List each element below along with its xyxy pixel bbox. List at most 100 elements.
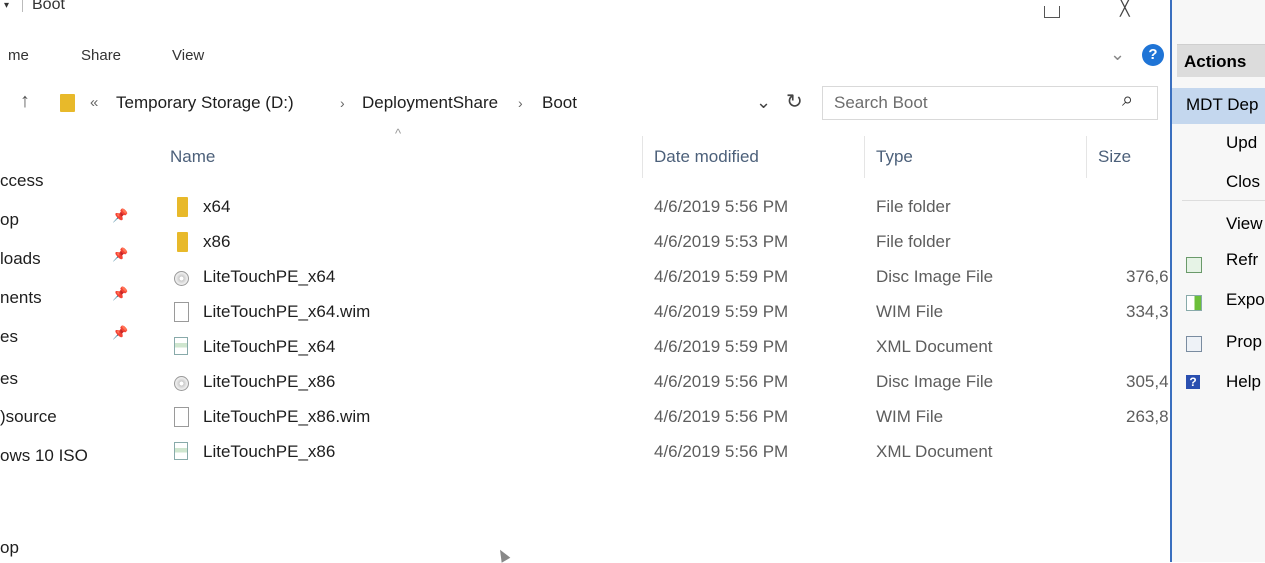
file-row[interactable]: x86 4/6/2019 5:53 PM File folder: [160, 224, 1150, 259]
title-separator: [22, 0, 23, 12]
actions-header: Actions: [1177, 44, 1265, 77]
column-header-type[interactable]: Type: [876, 147, 913, 167]
file-type: File folder: [876, 232, 951, 251]
file-name: LiteTouchPE_x86: [203, 372, 336, 391]
file-date: 4/6/2019 5:56 PM: [654, 372, 789, 391]
folder-icon: [177, 197, 188, 217]
file-date: 4/6/2019 5:59 PM: [654, 302, 789, 321]
close-button[interactable]: ╳: [1120, 0, 1130, 18]
properties-icon: [1186, 336, 1202, 352]
file-date: 4/6/2019 5:59 PM: [654, 267, 789, 286]
file-row[interactable]: LiteTouchPE_x86.wim 4/6/2019 5:56 PM WIM…: [160, 399, 1169, 434]
breadcrumb-deploymentshare[interactable]: DeploymentShare: [362, 93, 498, 113]
nav-item[interactable]: ows 10 ISO: [0, 446, 88, 466]
quick-access-chevron-icon[interactable]: ▾: [4, 0, 9, 11]
file-name: x64: [203, 197, 231, 216]
file-name: LiteTouchPE_x64.wim: [203, 302, 371, 321]
file-date: 4/6/2019 5:56 PM: [654, 407, 789, 426]
column-divider[interactable]: [1086, 136, 1087, 178]
breadcrumb-separator-icon[interactable]: ›: [340, 95, 345, 111]
file-row[interactable]: LiteTouchPE_x64 4/6/2019 5:59 PM XML Doc…: [160, 329, 1150, 364]
mouse-cursor-icon: [495, 547, 511, 563]
action-properties[interactable]: Prop: [1226, 332, 1262, 352]
action-update[interactable]: Upd: [1226, 133, 1257, 153]
refresh-icon: [1186, 257, 1202, 273]
action-view[interactable]: View: [1226, 214, 1263, 234]
file-name: LiteTouchPE_x86.wim: [203, 407, 371, 426]
file-date: 4/6/2019 5:56 PM: [654, 197, 789, 216]
file-name: LiteTouchPE_x64: [203, 337, 336, 356]
action-refresh[interactable]: Refr: [1226, 250, 1258, 270]
address-dropdown-icon[interactable]: ⌄: [756, 92, 771, 113]
file-explorer-window: ▾ Boot ╳ me Share View ⌄ ? ↑ « Temporary…: [0, 0, 1170, 563]
breadcrumb-drive[interactable]: Temporary Storage (D:): [116, 93, 294, 113]
file-date: 4/6/2019 5:56 PM: [654, 442, 789, 461]
file-name: LiteTouchPE_x86: [203, 442, 336, 461]
file-size: 305,4: [1126, 372, 1169, 391]
ribbon-expand-chevron-icon[interactable]: ⌄: [1110, 44, 1125, 65]
nav-item[interactable]: op: [0, 538, 19, 558]
file-type: File folder: [876, 197, 951, 216]
sort-ascending-icon: ^: [395, 126, 402, 141]
column-header-date-modified[interactable]: Date modified: [654, 147, 759, 167]
actions-divider: [1182, 200, 1265, 201]
column-divider[interactable]: [864, 136, 865, 178]
file-icon: [174, 302, 189, 322]
file-type: Disc Image File: [876, 372, 994, 391]
column-header-size[interactable]: Size: [1098, 147, 1131, 167]
disc-image-icon: [174, 376, 189, 391]
folder-icon: [177, 232, 188, 252]
nav-item[interactable]: op: [0, 210, 19, 230]
tab-share[interactable]: Share: [81, 47, 121, 64]
file-type: WIM File: [876, 302, 944, 321]
pin-icon: 📌: [112, 208, 129, 223]
column-header-name[interactable]: Name: [170, 147, 215, 167]
file-row[interactable]: x64 4/6/2019 5:56 PM File folder: [160, 189, 1150, 224]
file-row[interactable]: LiteTouchPE_x64.wim 4/6/2019 5:59 PM WIM…: [160, 294, 1169, 329]
file-row[interactable]: LiteTouchPE_x86 4/6/2019 5:56 PM Disc Im…: [160, 364, 1169, 399]
nav-item[interactable]: nents: [0, 288, 42, 308]
mmc-actions-pane: [1172, 0, 1265, 562]
nav-item[interactable]: es: [0, 369, 18, 389]
file-icon: [174, 407, 189, 427]
file-type: XML Document: [876, 337, 993, 356]
breadcrumb-overflow-icon[interactable]: «: [90, 94, 98, 111]
nav-item[interactable]: )source: [0, 407, 57, 427]
tab-home[interactable]: me: [8, 47, 29, 64]
breadcrumb-boot[interactable]: Boot: [542, 93, 577, 113]
file-type: Disc Image File: [876, 267, 994, 286]
file-row[interactable]: LiteTouchPE_x64 4/6/2019 5:59 PM Disc Im…: [160, 259, 1169, 294]
nav-item[interactable]: ccess: [0, 171, 43, 191]
actions-group-label: MDT Dep: [1186, 95, 1259, 114]
file-type: WIM File: [876, 407, 944, 426]
file-name: LiteTouchPE_x64: [203, 267, 336, 286]
file-row[interactable]: LiteTouchPE_x86 4/6/2019 5:56 PM XML Doc…: [160, 434, 1150, 469]
tab-view[interactable]: View: [172, 47, 204, 64]
window-title: Boot: [32, 0, 65, 13]
file-date: 4/6/2019 5:53 PM: [654, 232, 789, 251]
actions-group-mdt[interactable]: MDT Dep: [1172, 88, 1265, 124]
actions-header-label: Actions: [1184, 52, 1247, 71]
file-size: 334,3: [1126, 302, 1169, 321]
action-export[interactable]: Expo: [1226, 290, 1265, 310]
breadcrumb-separator-icon[interactable]: ›: [518, 95, 523, 111]
xml-icon: [174, 337, 188, 355]
pin-icon: 📌: [112, 286, 129, 301]
disc-image-icon: [174, 271, 189, 286]
help-icon[interactable]: ?: [1142, 44, 1164, 66]
file-date: 4/6/2019 5:59 PM: [654, 337, 789, 356]
action-help[interactable]: Help: [1226, 372, 1261, 392]
search-icon[interactable]: ⌕: [1122, 89, 1133, 112]
nav-item[interactable]: loads: [0, 249, 41, 269]
file-size: 263,8: [1126, 407, 1169, 426]
column-divider[interactable]: [642, 136, 643, 178]
restore-button[interactable]: [1044, 6, 1060, 18]
file-type: XML Document: [876, 442, 993, 461]
action-close[interactable]: Clos: [1226, 172, 1260, 192]
search-placeholder: Search Boot: [834, 93, 928, 112]
help-icon: ?: [1186, 375, 1200, 389]
xml-icon: [174, 442, 188, 460]
up-arrow-icon[interactable]: ↑: [20, 90, 30, 113]
nav-item[interactable]: es: [0, 327, 18, 347]
refresh-icon[interactable]: ↻: [786, 89, 803, 114]
